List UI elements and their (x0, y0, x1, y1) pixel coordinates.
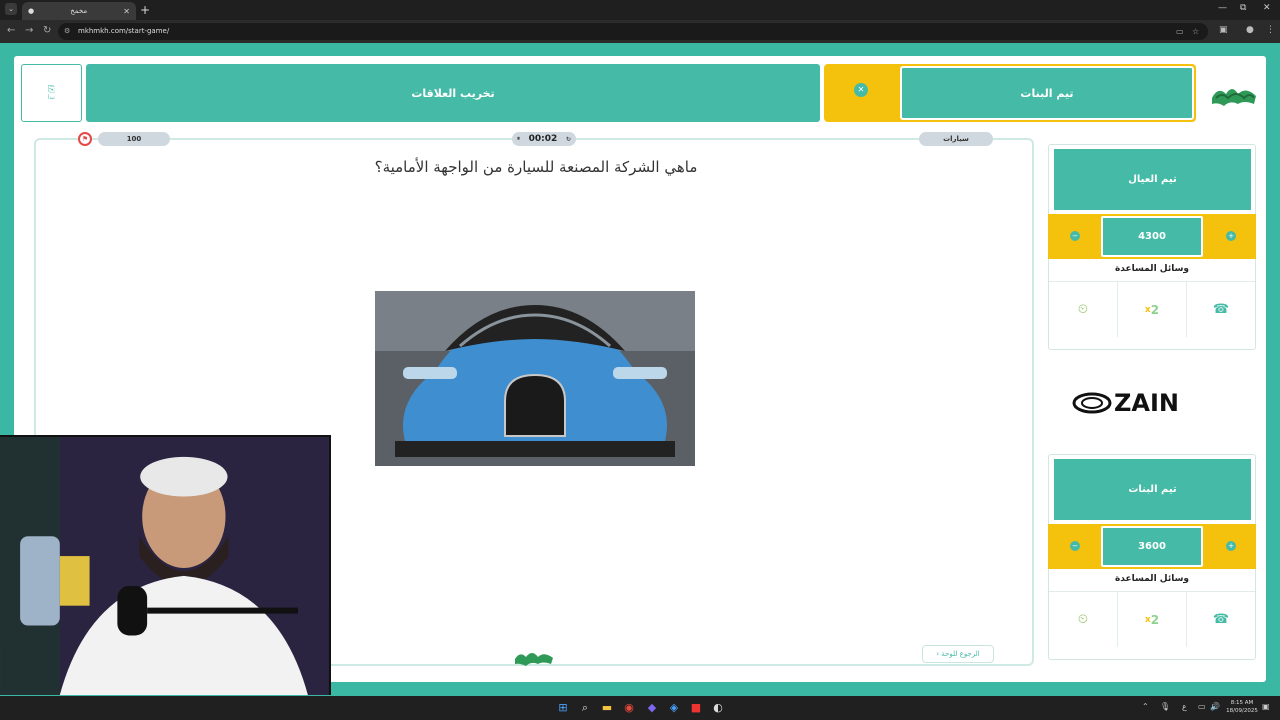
question-car-image (375, 291, 695, 466)
cast-icon[interactable]: ▭ (1176, 23, 1184, 40)
question-text: ماهي الشركة المصنعة للسيارة من الواجهة ا… (374, 158, 698, 176)
score-row: − 3600 + (1048, 524, 1256, 569)
zain-logo: ZAIN (1072, 389, 1179, 417)
display-icon[interactable]: ▭ (1198, 702, 1206, 711)
ruin-relationships-button[interactable]: تخريب العلاقات (86, 64, 820, 122)
double-points-aid[interactable]: x2 (1117, 592, 1186, 647)
tab-title: مخمخ (70, 7, 88, 15)
team-score: 4300 (1101, 216, 1203, 257)
windows-start-icon[interactable]: ⊞ (556, 701, 570, 715)
timer: ⏸ 00:02 ↻ (512, 132, 576, 146)
chevron-right-icon: ‹ (936, 650, 942, 658)
mkhmkh-logo-small (515, 653, 553, 666)
start-button-label: تبدأ (48, 95, 55, 101)
start-button[interactable]: ⎘ تبدأ (21, 64, 82, 122)
flag-icon[interactable]: ⚑ (78, 132, 92, 146)
team-name: تيم البنات (1054, 459, 1251, 520)
back-to-board-button[interactable]: الرجوع للوحة ‹ (922, 645, 994, 663)
team-score: 3600 (1101, 526, 1203, 567)
address-bar[interactable]: ⚙ mkhmkh.com/start-game/ ▭ ☆ (58, 23, 1208, 40)
reset-icon[interactable]: ↻ (566, 136, 571, 143)
back-arrow-icon[interactable]: ← (7, 25, 15, 36)
reload-icon[interactable]: ↻ (43, 25, 51, 36)
browser-toolbar: ← → ↻ ⚙ mkhmkh.com/start-game/ ▭ ☆ ▣ ● ⋮ (0, 20, 1280, 43)
team-card-boys: تيم العيال − 4300 + وسائل المساعدة ⏲ x2 … (1048, 144, 1256, 350)
browser-tab[interactable]: ● مخمخ ✕ (22, 2, 136, 20)
minus-icon[interactable]: − (1070, 541, 1080, 551)
call-friend-aid-icon[interactable]: ☎ (1186, 592, 1255, 647)
url-text: mkhmkh.com/start-game/ (78, 27, 170, 35)
back-to-board-label: الرجوع للوحة (941, 650, 980, 658)
close-circle-icon[interactable]: ✕ (854, 83, 868, 97)
call-friend-aid-icon[interactable]: ☎ (1186, 282, 1255, 337)
team-card-girls: تيم البنات − 3600 + وسائل المساعدة ⏲ x2 … (1048, 454, 1256, 660)
mkhmkh-logo[interactable] (1208, 76, 1260, 112)
system-clock[interactable]: 8:15 AM 18/09/2025 (1226, 699, 1258, 715)
close-window-button[interactable]: ✕ (1263, 3, 1271, 13)
tray-chevron-icon[interactable]: ⌃ (1142, 702, 1149, 711)
timer-value: 00:02 (528, 134, 558, 144)
help-tools-title: وسائل المساعدة (1114, 574, 1190, 584)
app-icon[interactable]: ■ (689, 701, 703, 715)
site-info-icon[interactable]: ⚙ (64, 23, 70, 40)
bookmark-star-icon[interactable]: ☆ (1192, 23, 1199, 40)
plus-icon[interactable]: + (1226, 541, 1236, 551)
app-icon[interactable]: ◈ (667, 701, 681, 715)
minimize-button[interactable]: — (1218, 3, 1227, 13)
webcam-overlay (0, 435, 331, 695)
exit-icon: ⎘ (47, 85, 56, 95)
steam-icon[interactable]: ◐ (711, 701, 725, 715)
tab-search-icon[interactable]: ⌄ (5, 3, 17, 15)
app-icon[interactable]: ◆ (645, 701, 659, 715)
plus-icon[interactable]: + (1226, 231, 1236, 241)
clock-time: 8:15 AM (1230, 700, 1254, 706)
score-row: − 4300 + (1048, 214, 1256, 259)
double-points-aid[interactable]: x2 (1117, 282, 1186, 337)
pause-icon[interactable]: ⏸ (517, 135, 520, 143)
extensions-icon[interactable]: ▣ (1219, 25, 1228, 35)
keyboard-language[interactable]: ع (1182, 702, 1187, 711)
help-tools-row: ⏲ x2 ☎ (1049, 591, 1255, 647)
tab-favicon-icon: ● (28, 7, 35, 15)
menu-dots-icon[interactable]: ⋮ (1266, 25, 1275, 35)
chrome-icon[interactable]: ◉ (622, 701, 636, 715)
timer-aid-icon[interactable]: ⏲ (1049, 282, 1117, 337)
new-tab-button[interactable]: + (140, 3, 150, 17)
windows-taskbar: ⊞ ⌕ ▬ ◉ ◆ ◈ ■ ◐ ⌃ 🎙 ع ▭ 🔊 8:15 AM 18/09/… (0, 696, 1280, 720)
notification-icon[interactable]: ▣ (1262, 702, 1270, 711)
tab-close-icon[interactable]: ✕ (123, 7, 130, 16)
browser-tab-bar: ⌄ ● مخمخ ✕ + — ⧉ ✕ (0, 0, 1280, 20)
timer-aid-icon[interactable]: ⏲ (1049, 592, 1117, 647)
volume-icon[interactable]: 🔊 (1210, 702, 1220, 711)
file-explorer-icon[interactable]: ▬ (600, 701, 614, 715)
help-tools-title: وسائل المساعدة (1114, 264, 1190, 274)
microphone-icon[interactable]: 🎙 (1160, 702, 1170, 711)
help-tools-row: ⏲ x2 ☎ (1049, 281, 1255, 337)
forward-arrow-icon[interactable]: → (25, 25, 33, 36)
active-team-banner: ✕ تيم البنات (824, 64, 1196, 122)
clock-date: 18/09/2025 (1226, 708, 1258, 714)
category-badge: سيارات (919, 132, 993, 146)
minus-icon[interactable]: − (1070, 231, 1080, 241)
team-name: تيم العيال (1054, 149, 1251, 210)
sponsor-name: ZAIN (1114, 389, 1179, 417)
points-badge: 100 (98, 132, 170, 146)
search-icon[interactable]: ⌕ (578, 701, 592, 715)
profile-icon[interactable]: ● (1246, 25, 1254, 35)
maximize-button[interactable]: ⧉ (1240, 3, 1246, 13)
active-team-name: تيم البنات (900, 66, 1194, 120)
